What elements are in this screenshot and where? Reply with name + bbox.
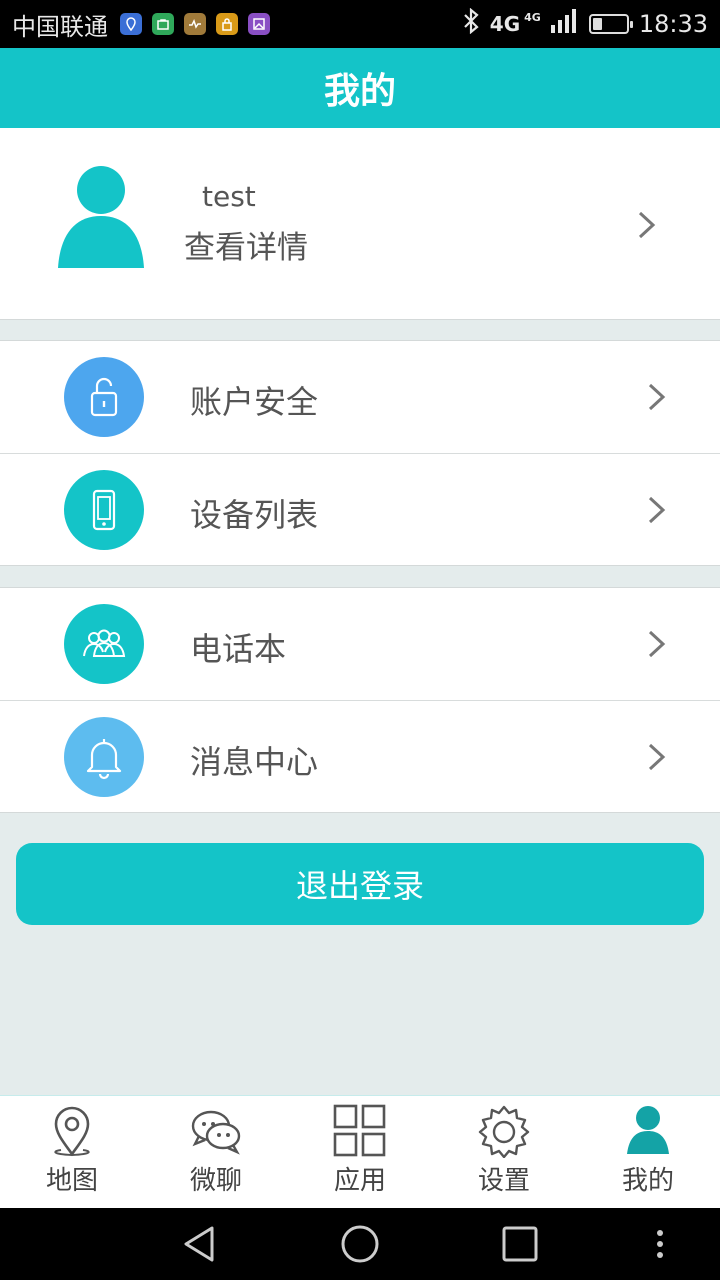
chevron-right-icon — [648, 496, 666, 524]
recents-icon[interactable] — [500, 1224, 540, 1264]
map-pin-icon — [54, 1106, 90, 1157]
network-type: 4G — [489, 12, 521, 36]
menu-item-message-center[interactable]: 消息中心 — [0, 700, 720, 812]
menu-item-account-security[interactable]: 账户安全 — [0, 341, 720, 453]
chevron-right-icon — [648, 743, 666, 771]
shopping-app-icon — [152, 13, 174, 35]
avatar — [58, 166, 144, 268]
page-title: 我的 — [323, 71, 396, 112]
menu-item-label: 设备列表 — [190, 496, 319, 534]
menu-item-phonebook[interactable]: 电话本 — [0, 588, 720, 700]
tab-label: 应用 — [333, 1166, 386, 1196]
menu-item-label: 电话本 — [190, 630, 287, 668]
signal-icon — [550, 9, 579, 39]
contacts-icon — [64, 604, 144, 684]
phone-icon — [64, 470, 144, 550]
tab-apps[interactable]: 应用 — [288, 1096, 432, 1209]
menu-item-device-list[interactable]: 设备列表 — [0, 453, 720, 565]
status-indicators: 4G 4G 18:33 — [462, 7, 708, 40]
logout-button[interactable]: 退出登录 — [16, 843, 704, 925]
bluetooth-icon — [462, 7, 480, 40]
notification-icons — [120, 13, 270, 35]
network-type-small: 4G — [524, 10, 541, 24]
tab-settings[interactable]: 设置 — [432, 1096, 576, 1209]
more-options-icon[interactable] — [640, 1224, 680, 1264]
battery-icon — [588, 14, 633, 34]
menu-group-tools: 电话本 消息中心 — [0, 587, 720, 813]
tab-label: 地图 — [45, 1166, 98, 1196]
chat-icon — [191, 1110, 241, 1155]
status-bar: 中国联通 4G 4G 18:33 — [0, 0, 720, 48]
menu-group-account: 账户安全 设备列表 — [0, 340, 720, 566]
apps-grid-icon — [333, 1104, 386, 1157]
chevron-right-icon — [638, 211, 656, 239]
health-app-icon — [184, 13, 206, 35]
tab-label: 我的 — [621, 1166, 674, 1196]
back-icon[interactable] — [180, 1224, 220, 1264]
chevron-right-icon — [648, 630, 666, 658]
tab-map[interactable]: 地图 — [0, 1096, 144, 1209]
bottom-tab-bar: 地图 微聊 应用 设置 我的 — [0, 1095, 720, 1209]
page-header: 我的 — [0, 48, 720, 128]
profile-name: test — [202, 180, 256, 213]
lock-app-icon — [216, 13, 238, 35]
location-app-icon — [120, 13, 142, 35]
tab-label: 设置 — [477, 1166, 530, 1196]
bell-icon — [64, 717, 144, 797]
profile-card[interactable]: test 查看详情 — [0, 128, 720, 320]
system-navigation-bar — [0, 1208, 720, 1280]
home-icon[interactable] — [340, 1224, 380, 1264]
chevron-right-icon — [648, 383, 666, 411]
carrier-name: 中国联通 — [12, 12, 108, 41]
clock: 18:33 — [638, 10, 708, 38]
lock-icon — [64, 357, 144, 437]
person-icon — [627, 1106, 669, 1154]
gear-icon — [478, 1105, 530, 1158]
tab-mine[interactable]: 我的 — [576, 1096, 720, 1209]
tab-label: 微聊 — [189, 1166, 242, 1196]
menu-item-label: 账户安全 — [190, 383, 319, 421]
menu-item-label: 消息中心 — [190, 743, 319, 781]
view-details-link[interactable]: 查看详情 — [184, 222, 308, 267]
tab-chat[interactable]: 微聊 — [144, 1096, 288, 1209]
gallery-app-icon — [248, 13, 270, 35]
